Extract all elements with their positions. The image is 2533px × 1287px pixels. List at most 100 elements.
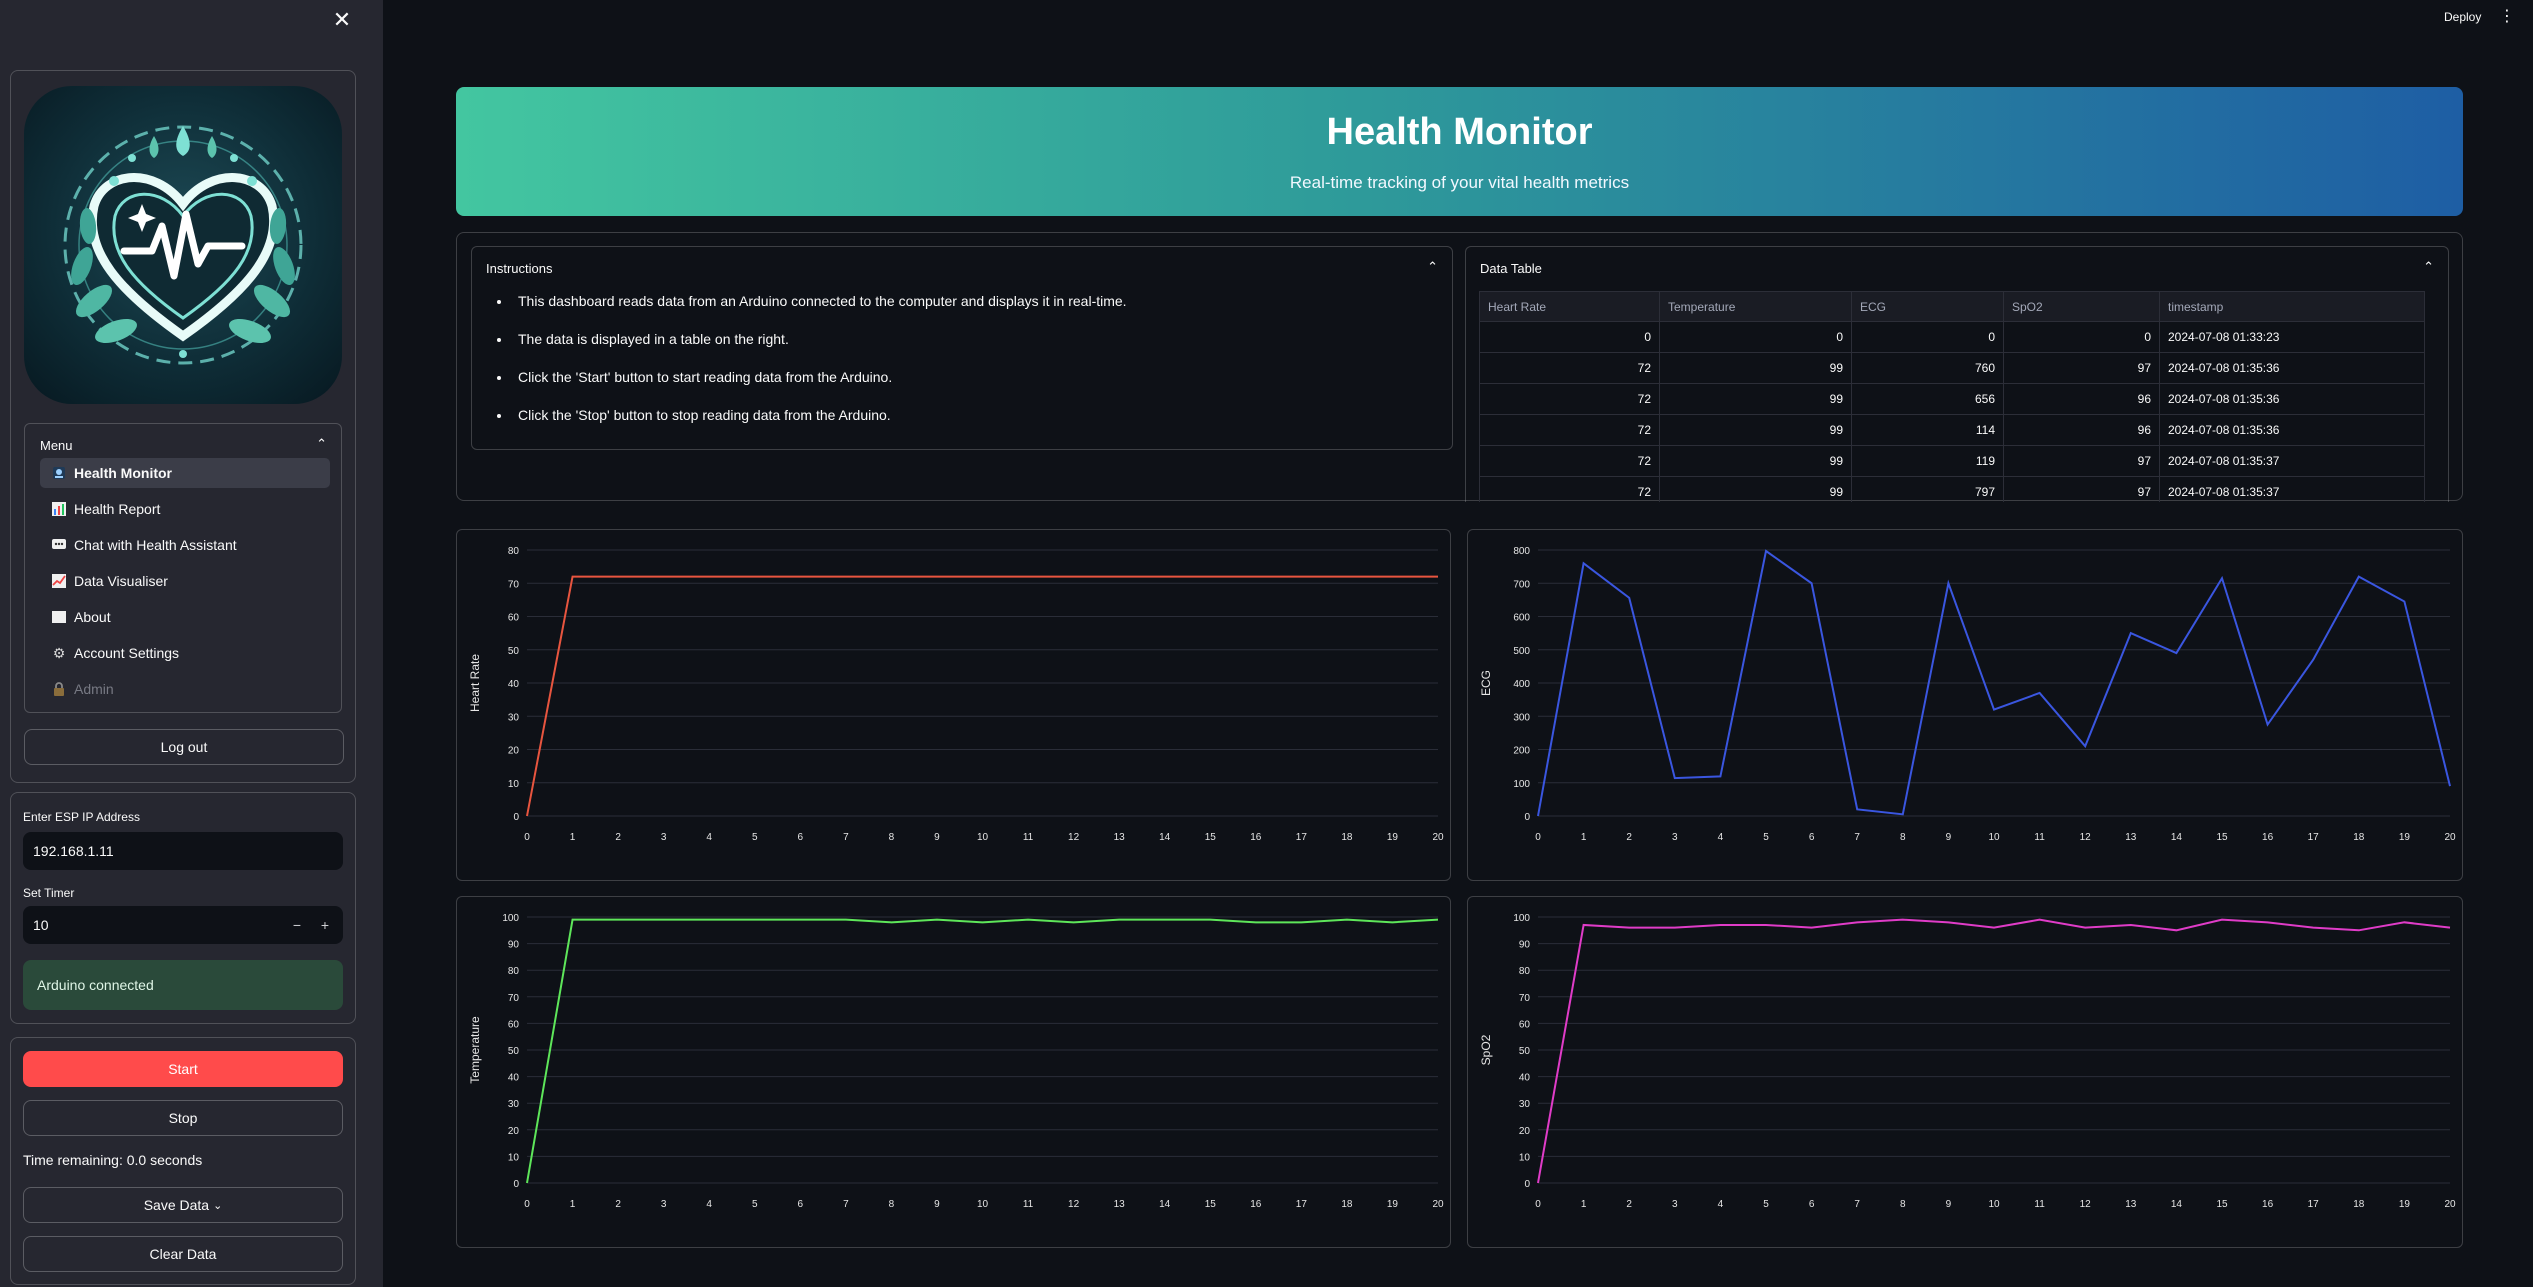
x-tick-label: 7 xyxy=(1854,1199,1860,1210)
y-tick-label: 20 xyxy=(1519,1126,1531,1137)
menu-item-label: Data Visualiser xyxy=(74,573,168,589)
table-cell: 96 xyxy=(2003,414,2160,446)
series-line xyxy=(526,575,1438,817)
start-button[interactable]: Start xyxy=(23,1051,343,1087)
column-header[interactable]: timestamp xyxy=(2159,291,2425,322)
ip-address-input[interactable]: 192.168.1.11 xyxy=(23,832,343,870)
y-tick-label: 400 xyxy=(1513,679,1530,690)
table-cell: 0 xyxy=(1479,321,1660,353)
menu-item-about[interactable]: About xyxy=(40,602,330,632)
column-header[interactable]: Temperature xyxy=(1659,291,1852,322)
temperature-chart: 0 10 20 30 40 50 60 70 80 90 100 0 1 2 3 4 5 6 7 8 9 10 11 12 13… xyxy=(456,896,1451,1248)
x-tick-label: 5 xyxy=(1763,1199,1769,1210)
x-tick-label: 17 xyxy=(2308,832,2320,843)
heart-rate-chart: 0 10 20 30 40 50 60 70 80 0 1 2 3 4 5 6 7 8 9 10 11 12 13 14 15 1… xyxy=(456,529,1451,881)
y-tick-label: 40 xyxy=(1519,1073,1531,1084)
x-tick-label: 9 xyxy=(934,1199,940,1210)
x-tick-label: 16 xyxy=(1250,1199,1262,1210)
sidebar: ✕ Menu ⌃ Health Monitor Health Report Ch… xyxy=(0,0,383,1287)
data-table[interactable]: Heart Rate Temperature ECG SpO2 timestam… xyxy=(1479,291,2425,502)
menu-item-account-settings[interactable]: ⚙ Account Settings xyxy=(40,638,330,668)
y-tick-label: 40 xyxy=(508,1073,520,1084)
x-tick-label: 3 xyxy=(661,1199,667,1210)
clear-data-button[interactable]: Clear Data xyxy=(23,1236,343,1272)
chevron-up-icon[interactable]: ⌃ xyxy=(2423,259,2434,275)
column-header[interactable]: SpO2 xyxy=(2003,291,2160,322)
table-row[interactable]: 72 99 656 96 2024-07-08 01:35:36 xyxy=(1479,383,2425,415)
menu-item-health-report[interactable]: Health Report xyxy=(40,494,330,524)
menu-item-label: Chat with Health Assistant xyxy=(74,537,237,553)
x-tick-label: 20 xyxy=(1432,1199,1444,1210)
x-tick-label: 5 xyxy=(1763,832,1769,843)
save-data-button[interactable]: Save Data ⌄ xyxy=(23,1187,343,1223)
y-tick-label: 90 xyxy=(1519,940,1531,951)
y-tick-label: 80 xyxy=(508,966,520,977)
menu-item-data-visualiser[interactable]: Data Visualiser xyxy=(40,566,330,596)
menu-item-health-monitor[interactable]: Health Monitor xyxy=(40,458,330,488)
y-tick-label: 30 xyxy=(508,1099,520,1110)
close-sidebar-icon[interactable]: ✕ xyxy=(330,8,354,32)
x-tick-label: 1 xyxy=(570,832,576,843)
table-row[interactable]: 72 99 119 97 2024-07-08 01:35:37 xyxy=(1479,445,2425,477)
spo2-chart: 0 10 20 30 40 50 60 70 80 90 100 0 1 2 3 4 5 6 7 8 9 10 11 12 13… xyxy=(1467,896,2463,1248)
x-tick-label: 17 xyxy=(1296,832,1308,843)
y-tick-label: 70 xyxy=(508,579,520,590)
chevron-up-icon[interactable]: ⌃ xyxy=(1427,259,1438,275)
x-tick-label: 5 xyxy=(752,1199,758,1210)
x-tick-label: 18 xyxy=(2353,1199,2365,1210)
decrement-button[interactable]: − xyxy=(283,906,311,944)
menu-item-chat[interactable]: Chat with Health Assistant xyxy=(40,530,330,560)
y-tick-label: 50 xyxy=(1519,1046,1531,1057)
column-header[interactable]: ECG xyxy=(1851,291,2004,322)
x-tick-label: 0 xyxy=(524,1199,530,1210)
column-header[interactable]: Heart Rate xyxy=(1479,291,1660,322)
table-row[interactable]: 72 99 114 96 2024-07-08 01:35:36 xyxy=(1479,414,2425,446)
y-tick-label: 50 xyxy=(508,1046,520,1057)
x-tick-label: 10 xyxy=(977,832,989,843)
table-row[interactable]: 0 0 0 0 2024-07-08 01:33:23 xyxy=(1479,321,2425,353)
y-tick-label: 60 xyxy=(508,613,520,624)
ip-label: Enter ESP IP Address xyxy=(23,810,140,824)
x-tick-label: 20 xyxy=(2444,1199,2456,1210)
table-cell: 97 xyxy=(2003,476,2160,502)
page-title: Health Monitor xyxy=(1326,111,1593,153)
heart-rate-chart-svg: 010203040506070800 1 2 3 4 5 6 7 8 9 10 11 12 13 14 15 1… xyxy=(468,546,1444,843)
y-tick-label: 70 xyxy=(1519,993,1531,1004)
x-tick-label: 3 xyxy=(661,832,667,843)
sidebar-nav-container: Menu ⌃ Health Monitor Health Report Chat… xyxy=(10,70,356,783)
table-row[interactable]: 72 99 797 97 2024-07-08 01:35:37 xyxy=(1479,476,2425,502)
table-cell: 99 xyxy=(1659,383,1852,415)
stop-button[interactable]: Stop xyxy=(23,1100,343,1136)
table-cell: 99 xyxy=(1659,476,1852,502)
timer-stepper[interactable]: 10 − + xyxy=(23,906,343,944)
logout-button[interactable]: Log out xyxy=(24,729,344,765)
bar-chart-icon xyxy=(50,500,68,518)
instructions-title: Instructions xyxy=(486,261,553,276)
menu-title: Menu xyxy=(40,438,73,453)
chevron-up-icon[interactable]: ⌃ xyxy=(316,436,327,452)
x-tick-label: 13 xyxy=(2125,1199,2137,1210)
x-tick-label: 15 xyxy=(2216,832,2228,843)
x-tick-label: 19 xyxy=(1387,1199,1399,1210)
y-tick-label: 0 xyxy=(1524,1179,1530,1190)
x-tick-label: 12 xyxy=(2080,832,2092,843)
more-options-icon[interactable]: ⋮ xyxy=(2499,6,2515,26)
x-tick-label: 8 xyxy=(889,1199,895,1210)
table-cell: 99 xyxy=(1659,352,1852,384)
y-tick-label: 50 xyxy=(508,646,520,657)
line-chart-icon xyxy=(50,572,68,590)
increment-button[interactable]: + xyxy=(311,906,339,944)
chevron-down-icon: ⌄ xyxy=(213,1199,223,1212)
x-tick-label: 11 xyxy=(2034,1199,2045,1210)
x-tick-label: 14 xyxy=(2171,1199,2183,1210)
table-row[interactable]: 72 99 760 97 2024-07-08 01:35:36 xyxy=(1479,352,2425,384)
x-tick-label: 17 xyxy=(1296,1199,1308,1210)
table-cell: 0 xyxy=(1659,321,1852,353)
x-tick-label: 6 xyxy=(1809,832,1815,843)
y-tick-label: 40 xyxy=(508,679,520,690)
y-tick-label: 20 xyxy=(508,746,520,757)
deploy-button[interactable]: Deploy xyxy=(2444,10,2481,24)
x-tick-label: 3 xyxy=(1672,832,1678,843)
menu-item-label: Admin xyxy=(74,681,114,697)
y-axis-label: ECG xyxy=(1479,670,1493,696)
